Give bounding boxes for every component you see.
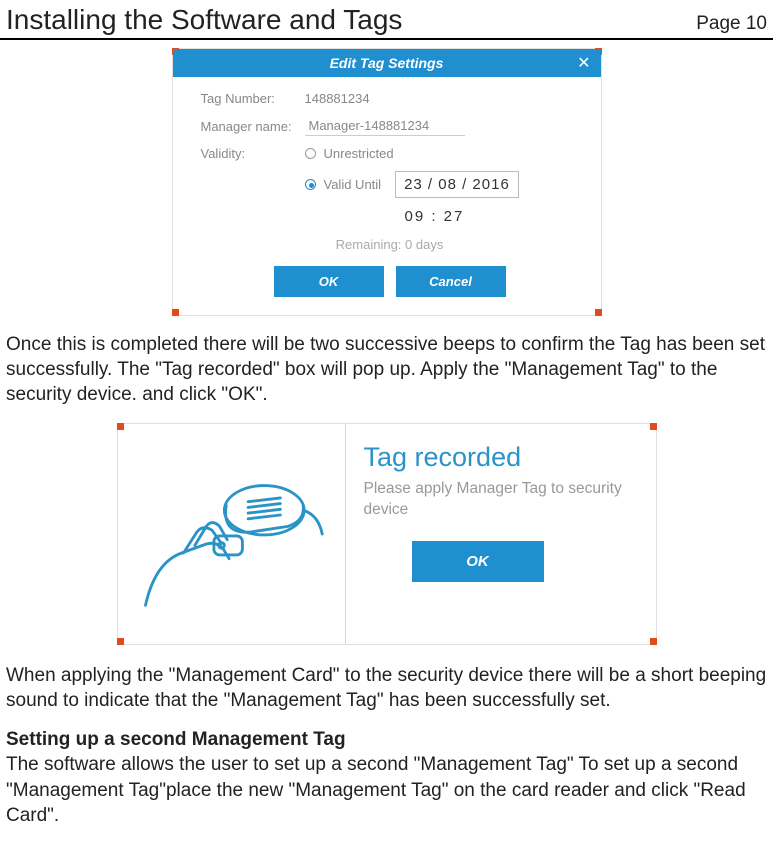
dialog-title-text: Edit Tag Settings <box>330 55 444 71</box>
page-header: Installing the Software and Tags Page 10 <box>0 0 773 40</box>
figure-edit-tag-settings: Edit Tag Settings ✕ Tag Number: 14888123… <box>172 48 602 316</box>
option-unrestricted: Unrestricted <box>324 146 394 161</box>
tag-recorded-subtitle: Please apply Manager Tag to security dev… <box>364 479 642 521</box>
dialog-titlebar: Edit Tag Settings ✕ <box>173 49 601 77</box>
paragraph-3: The software allows the user to set up a… <box>0 752 773 837</box>
ok-button[interactable]: OK <box>274 266 384 297</box>
figure-tag-recorded: Tag recorded Please apply Manager Tag to… <box>117 423 657 645</box>
heading-second-tag: Setting up a second Management Tag <box>0 723 773 752</box>
option-valid-until: Valid Until <box>324 177 382 192</box>
input-manager-name[interactable] <box>305 116 465 136</box>
paragraph-2: When applying the "Management Card" to t… <box>0 659 773 723</box>
remaining-text: Remaining: 0 days <box>201 231 579 262</box>
tag-recorded-pane: Tag recorded Please apply Manager Tag to… <box>346 424 656 644</box>
radio-unrestricted[interactable] <box>305 148 316 159</box>
close-icon[interactable]: ✕ <box>577 53 590 73</box>
tag-recorded-ok-button[interactable]: OK <box>412 541 544 582</box>
page-number: Page 10 <box>696 13 767 35</box>
hand-apply-tag-icon <box>136 454 326 614</box>
tag-recorded-title: Tag recorded <box>364 442 642 473</box>
label-manager-name: Manager name: <box>201 119 305 134</box>
radio-valid-until[interactable] <box>305 179 316 190</box>
hand-illustration <box>118 424 346 644</box>
cancel-button[interactable]: Cancel <box>396 266 506 297</box>
time-field[interactable]: 09 : 27 <box>305 206 579 231</box>
paragraph-1: Once this is completed there will be two… <box>0 328 773 417</box>
label-validity: Validity: <box>201 146 305 161</box>
dialog-body: Tag Number: 148881234 Manager name: Vali… <box>173 77 601 315</box>
page-title: Installing the Software and Tags <box>6 4 402 36</box>
date-field[interactable]: 23 / 08 / 2016 <box>395 171 519 198</box>
label-tag-number: Tag Number: <box>201 91 305 106</box>
value-tag-number: 148881234 <box>305 91 370 106</box>
